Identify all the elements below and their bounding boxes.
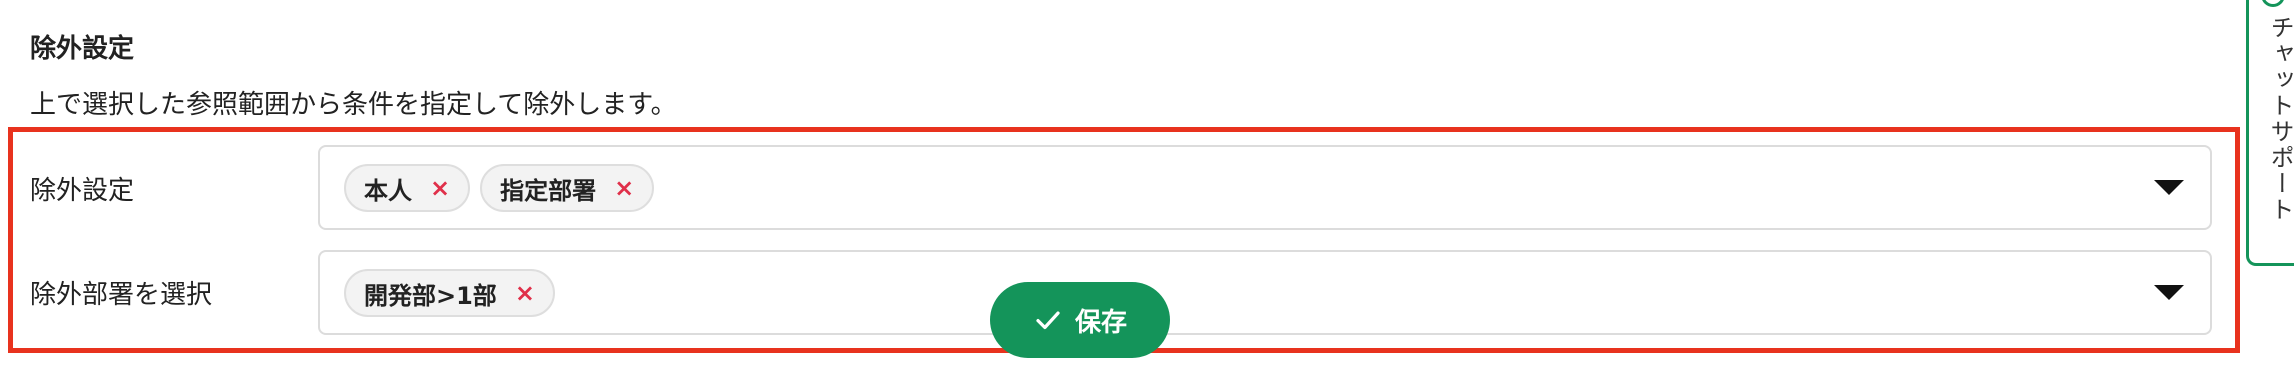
chip-list: 開発部>1部 ×: [344, 269, 555, 317]
chat-icon: [2261, 0, 2285, 7]
chip-specified-department: 指定部署 ×: [480, 164, 655, 212]
chip-list: 本人 × 指定部署 ×: [344, 164, 655, 212]
save-button-label: 保存: [1074, 307, 1127, 338]
exclusion-settings-page: 除外設定 上で選択した参照範囲から条件を指定して除外します。 除外設定 本人 ×…: [0, 0, 2294, 370]
chip-label: 本人: [364, 176, 412, 205]
section-title: 除外設定: [30, 34, 135, 64]
chat-support-label: チャットサポート: [2266, 15, 2294, 223]
chip-department: 開発部>1部 ×: [344, 269, 555, 317]
excluded-department-label: 除外部署を選択: [30, 280, 213, 310]
remove-icon[interactable]: ×: [614, 174, 634, 202]
caret-down-icon[interactable]: [2154, 285, 2184, 300]
chat-support-tab[interactable]: チャットサポート: [2246, 0, 2294, 266]
excluded-department-select[interactable]: 開発部>1部 ×: [318, 250, 2212, 335]
caret-down-icon[interactable]: [2154, 180, 2184, 195]
save-button[interactable]: 保存: [990, 282, 1170, 358]
chip-self: 本人 ×: [344, 164, 471, 212]
check-icon: [1036, 311, 1060, 330]
exclusion-settings-label: 除外設定: [30, 176, 135, 206]
remove-icon[interactable]: ×: [515, 279, 535, 307]
section-description: 上で選択した参照範囲から条件を指定して除外します。: [30, 90, 677, 120]
chip-label: 指定部署: [500, 176, 597, 205]
chip-label: 開発部>1部: [364, 281, 497, 310]
remove-icon[interactable]: ×: [430, 174, 450, 202]
exclusion-settings-select[interactable]: 本人 × 指定部署 ×: [318, 145, 2212, 230]
